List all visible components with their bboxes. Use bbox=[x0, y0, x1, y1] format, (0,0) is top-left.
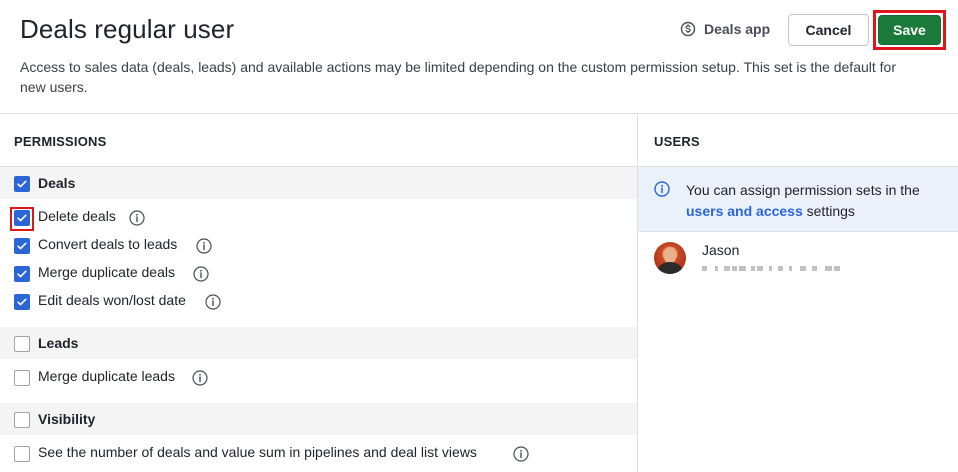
notice-prefix: You can assign permission sets in the bbox=[686, 182, 920, 198]
convert-deals-checkbox[interactable] bbox=[14, 238, 30, 254]
group-deals: Deals bbox=[0, 167, 637, 199]
permission-label: Delete deals bbox=[38, 208, 116, 224]
info-icon[interactable] bbox=[205, 294, 221, 310]
users-header: USERS bbox=[638, 114, 958, 167]
info-icon[interactable] bbox=[193, 266, 209, 282]
cancel-button[interactable]: Cancel bbox=[788, 14, 869, 46]
permission-label: See the number of deals and value sum in… bbox=[38, 444, 477, 460]
delete-deals-highlight bbox=[10, 207, 34, 231]
permission-convert-deals: Convert deals to leads bbox=[0, 231, 637, 259]
permissions-panel: PERMISSIONS Deals Delete deals Convert d… bbox=[0, 114, 638, 472]
users-heading: USERS bbox=[654, 134, 700, 149]
leads-group-checkbox[interactable] bbox=[14, 336, 30, 352]
edit-won-lost-checkbox[interactable] bbox=[14, 294, 30, 310]
permission-label: Edit deals won/lost date bbox=[38, 292, 186, 308]
group-label: Visibility bbox=[38, 411, 96, 427]
permission-merge-deals: Merge duplicate deals bbox=[0, 259, 637, 287]
permission-label: Convert deals to leads bbox=[38, 236, 178, 252]
app-tag: Deals app bbox=[680, 21, 770, 37]
permission-delete-deals: Delete deals bbox=[0, 203, 637, 231]
users-panel: USERS You can assign permission sets in … bbox=[638, 114, 958, 472]
info-icon[interactable] bbox=[192, 370, 208, 386]
deals-group-checkbox[interactable] bbox=[14, 176, 30, 192]
see-deal-sums-checkbox[interactable] bbox=[14, 446, 30, 462]
avatar bbox=[654, 242, 686, 274]
info-icon[interactable] bbox=[513, 446, 529, 462]
save-button[interactable]: Save bbox=[878, 15, 941, 45]
group-label: Deals bbox=[38, 175, 76, 191]
group-label: Leads bbox=[38, 335, 79, 351]
permission-edit-won-lost: Edit deals won/lost date bbox=[0, 287, 637, 315]
page-description: Access to sales data (deals, leads) and … bbox=[20, 59, 896, 95]
visibility-group-checkbox[interactable] bbox=[14, 412, 30, 428]
info-notice: You can assign permission sets in the us… bbox=[638, 167, 958, 232]
group-visibility: Visibility bbox=[0, 403, 637, 435]
permissions-heading: PERMISSIONS bbox=[14, 134, 107, 149]
users-and-access-link[interactable]: users and access bbox=[686, 203, 803, 219]
permission-see-deal-sums: See the number of deals and value sum in… bbox=[0, 439, 637, 467]
info-icon[interactable] bbox=[196, 238, 212, 254]
app-label: Deals app bbox=[704, 21, 771, 37]
merge-deals-checkbox[interactable] bbox=[14, 266, 30, 282]
info-icon[interactable] bbox=[129, 210, 145, 226]
notice-text: You can assign permission sets in the us… bbox=[686, 180, 951, 222]
page-header: Deals regular user Deals app Cancel Save… bbox=[0, 0, 958, 114]
group-leads: Leads bbox=[0, 327, 637, 359]
page-title: Deals regular user bbox=[20, 14, 235, 44]
info-icon bbox=[654, 181, 670, 197]
permissions-header: PERMISSIONS bbox=[0, 114, 637, 167]
notice-suffix: settings bbox=[806, 203, 855, 219]
user-email-redacted bbox=[702, 263, 840, 273]
user-name: Jason bbox=[702, 242, 740, 258]
permission-label: Merge duplicate deals bbox=[38, 264, 175, 280]
dollar-circle-icon bbox=[680, 21, 696, 37]
permission-merge-leads: Merge duplicate leads bbox=[0, 363, 637, 391]
permission-label: Merge duplicate leads bbox=[38, 368, 175, 384]
user-row[interactable]: Jason bbox=[654, 242, 954, 282]
merge-leads-checkbox[interactable] bbox=[14, 370, 30, 386]
